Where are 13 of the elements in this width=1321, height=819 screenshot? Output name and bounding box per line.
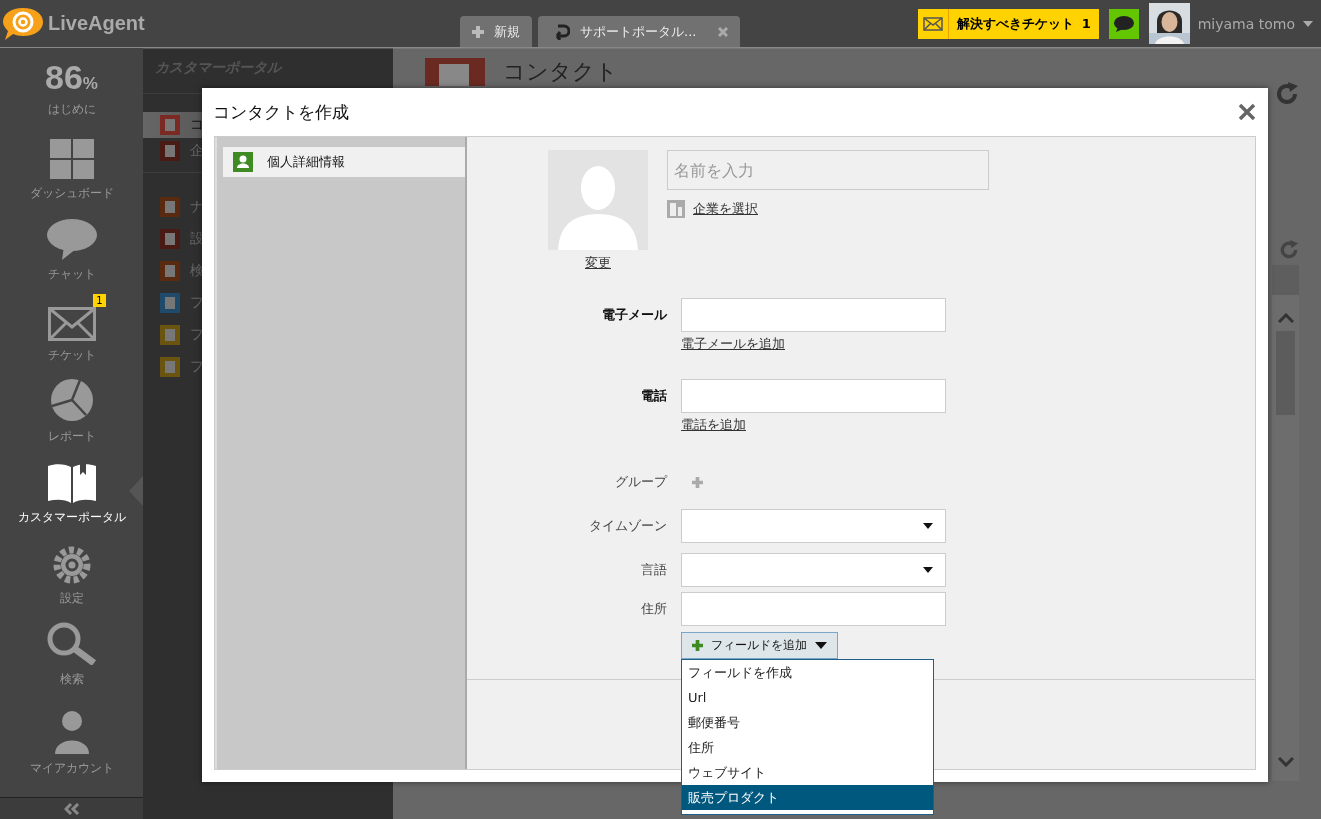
nav-label: はじめに (47, 101, 96, 118)
field-label: 電子メール (601, 306, 667, 324)
progress-unit: % (82, 74, 98, 94)
app-name: LiveAgent (48, 12, 145, 35)
field-label: 電話 (640, 387, 667, 405)
field-label: タイムゾーン (588, 517, 667, 535)
progress-value: 86 (45, 58, 83, 97)
notification-badge: 1 (93, 294, 106, 307)
page-title: コンタクト (503, 58, 618, 86)
field-label: グループ (614, 473, 667, 491)
dialog-title: コンタクトを作成 (213, 100, 349, 124)
field-label: 言語 (640, 561, 667, 579)
field-label: 住所 (640, 600, 667, 618)
